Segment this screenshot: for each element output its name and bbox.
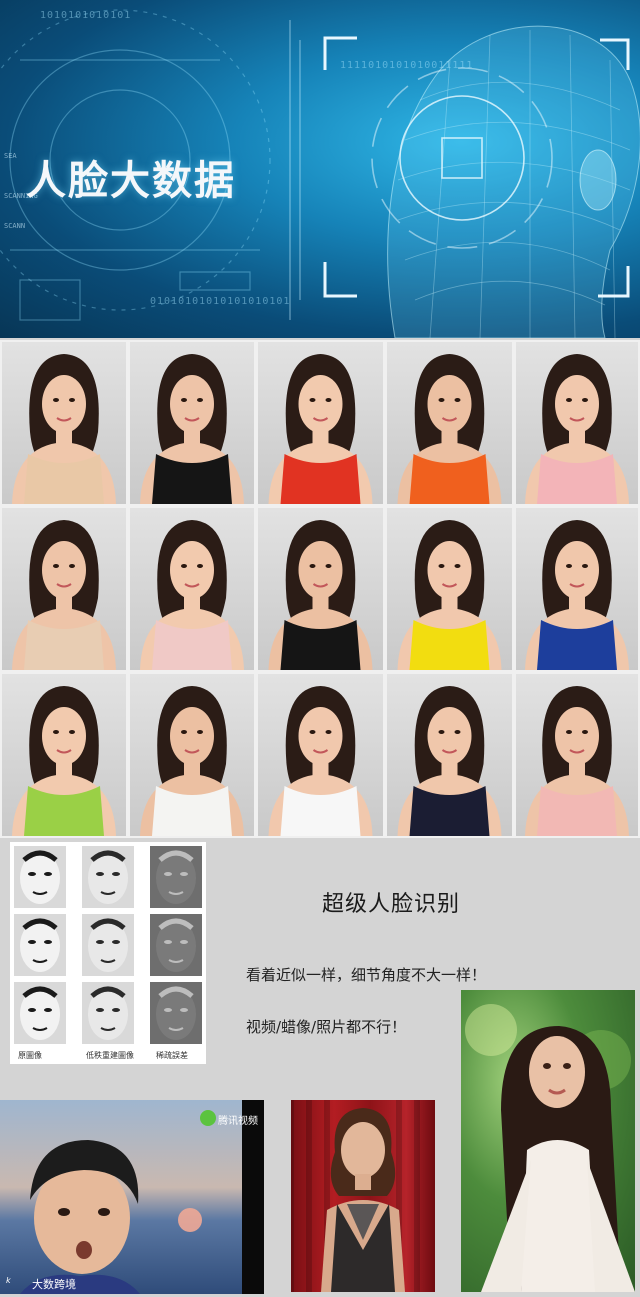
section-heading: 超级人脸识别 [322, 892, 461, 917]
portrait-photo [258, 674, 383, 836]
portrait-illustration [397, 354, 502, 504]
watermark-text: 大数跨境 [32, 1278, 76, 1291]
banner-title: 人脸大数据 [26, 158, 236, 204]
portrait-photo [130, 508, 254, 670]
comparison-face-image [150, 846, 202, 908]
portrait-illustration [397, 686, 502, 836]
grayscale-face-illustration [82, 914, 134, 976]
face-recognition-section: 原圖像 低秩重建圖像 稀疏誤差 超级人脸识别 看着近似一样，细节角度不大一样！ … [0, 838, 640, 1297]
portrait-illustration [525, 686, 629, 836]
comparison-face-image [14, 982, 66, 1044]
video-player-logo-text: 腾讯视频 [218, 1116, 258, 1127]
face-big-data-banner: 1111010101010011111 01010101010101010101… [0, 0, 640, 338]
grayscale-face-illustration [14, 846, 66, 908]
video-selfie-illustration [20, 1100, 264, 1294]
portrait-photo [2, 342, 126, 504]
portrait-photo [258, 342, 383, 504]
grayscale-face-illustration [150, 914, 202, 976]
grayscale-face-illustration [82, 982, 134, 1044]
caption-line-2: 视频/蜡像/照片都不行！ [246, 1018, 407, 1036]
video-frame-image: 腾讯视频 k 大数跨境 [0, 1100, 264, 1294]
hud-tag: SEA [4, 152, 17, 160]
watermark-prefix: k [6, 1276, 11, 1285]
portrait-illustration [397, 520, 502, 670]
portrait-photo [130, 342, 254, 504]
portrait-illustration [12, 520, 116, 670]
portrait-photo [2, 508, 126, 670]
portrait-illustration [140, 354, 244, 504]
portrait-illustration [12, 354, 116, 504]
portrait-illustration [12, 686, 116, 836]
binary-text: 01010101010101010101 [150, 296, 291, 307]
portrait-illustration [140, 686, 244, 836]
comparison-face-image [82, 982, 134, 1044]
portrait-photo [516, 342, 638, 504]
comparison-face-image [14, 846, 66, 908]
wax-figure-image [291, 1100, 435, 1292]
grayscale-face-illustration [14, 982, 66, 1044]
compare-label-sparse: 稀疏誤差 [156, 1051, 188, 1060]
portrait-grid [0, 340, 640, 838]
portrait-illustration [268, 354, 373, 504]
portrait-illustration [140, 520, 244, 670]
portrait-photo [387, 674, 512, 836]
portrait-illustration [525, 520, 629, 670]
photo-woman-illustration [465, 1004, 635, 1292]
comparison-face-image [150, 914, 202, 976]
compare-label-lowrank: 低秩重建圖像 [86, 1051, 134, 1060]
binary-text: 1010101010101 [40, 10, 132, 21]
comparison-face-image [82, 914, 134, 976]
photo-of-woman-image [461, 990, 635, 1292]
portrait-photo [258, 508, 383, 670]
portrait-photo [2, 674, 126, 836]
wax-figure-illustration [291, 1100, 420, 1292]
grayscale-face-illustration [150, 846, 202, 908]
hud-tag: SCANN [4, 222, 26, 230]
portrait-photo [130, 674, 254, 836]
video-player-logo-icon [200, 1110, 216, 1126]
grayscale-face-illustration [14, 914, 66, 976]
face-comparison-figure: 原圖像 低秩重建圖像 稀疏誤差 [10, 842, 206, 1064]
comparison-face-image [82, 846, 134, 908]
binary-text: 1111010101010011111 [340, 60, 474, 71]
portrait-photo [516, 508, 638, 670]
grayscale-face-illustration [150, 982, 202, 1044]
comparison-face-image [150, 982, 202, 1044]
compare-label-original: 原圖像 [18, 1051, 42, 1060]
portrait-photo [387, 342, 512, 504]
portrait-photo [387, 508, 512, 670]
portrait-photo [516, 674, 638, 836]
grayscale-face-illustration [82, 846, 134, 908]
comparison-face-image [14, 914, 66, 976]
caption-line-1: 看着近似一样，细节角度不大一样！ [246, 966, 487, 984]
portrait-illustration [268, 520, 373, 670]
portrait-illustration [525, 354, 629, 504]
portrait-illustration [268, 686, 373, 836]
